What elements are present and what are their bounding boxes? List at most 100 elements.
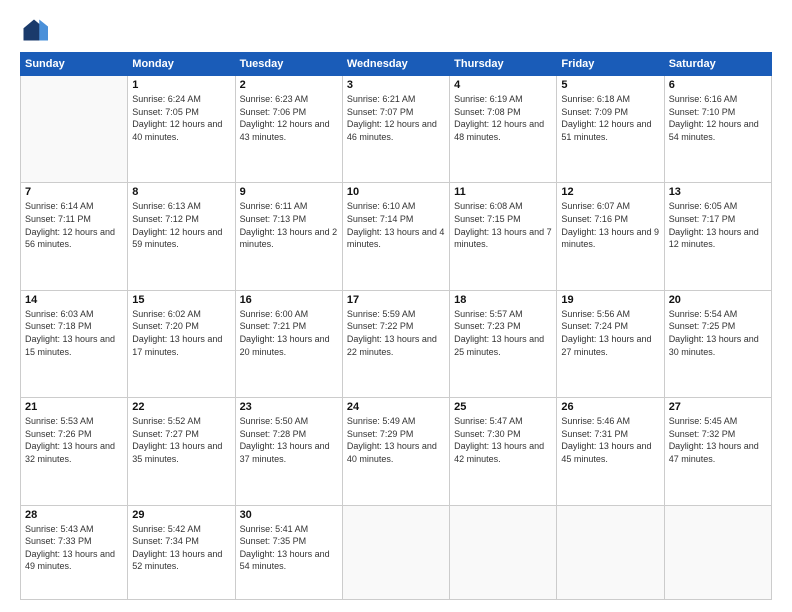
- day-number: 11: [454, 186, 552, 198]
- day-number: 19: [561, 294, 659, 306]
- calendar-day-cell: 7 Sunrise: 6:14 AMSunset: 7:11 PMDaylight…: [21, 183, 128, 290]
- weekday-header: Sunday: [21, 53, 128, 76]
- day-number: 15: [132, 294, 230, 306]
- calendar-day-cell: [21, 76, 128, 183]
- day-number: 28: [25, 509, 123, 521]
- calendar-day-cell: 5 Sunrise: 6:18 AMSunset: 7:09 PMDaylight…: [557, 76, 664, 183]
- calendar-day-cell: 9 Sunrise: 6:11 AMSunset: 7:13 PMDaylight…: [235, 183, 342, 290]
- calendar-week-row: 7 Sunrise: 6:14 AMSunset: 7:11 PMDaylight…: [21, 183, 772, 290]
- calendar-header-row: SundayMondayTuesdayWednesdayThursdayFrid…: [21, 53, 772, 76]
- calendar-day-cell: [450, 505, 557, 599]
- day-number: 10: [347, 186, 445, 198]
- day-info: Sunrise: 5:45 AMSunset: 7:32 PMDaylight:…: [669, 415, 767, 465]
- calendar-day-cell: 22 Sunrise: 5:52 AMSunset: 7:27 PMDayligh…: [128, 398, 235, 505]
- day-info: Sunrise: 5:59 AMSunset: 7:22 PMDaylight:…: [347, 308, 445, 358]
- calendar-day-cell: 14 Sunrise: 6:03 AMSunset: 7:18 PMDayligh…: [21, 290, 128, 397]
- calendar-day-cell: 15 Sunrise: 6:02 AMSunset: 7:20 PMDayligh…: [128, 290, 235, 397]
- day-number: 17: [347, 294, 445, 306]
- calendar-day-cell: 16Sunrise: 6:00 AMSunset: 7:21 PMDayligh…: [235, 290, 342, 397]
- calendar-day-cell: [342, 505, 449, 599]
- day-info: Sunrise: 5:54 AMSunset: 7:25 PMDaylight:…: [669, 308, 767, 358]
- calendar-day-cell: 4Sunrise: 6:19 AMSunset: 7:08 PMDaylight…: [450, 76, 557, 183]
- calendar-day-cell: 3 Sunrise: 6:21 AMSunset: 7:07 PMDaylight…: [342, 76, 449, 183]
- calendar-week-row: 28 Sunrise: 5:43 AMSunset: 7:33 PMDayligh…: [21, 505, 772, 599]
- day-number: 14: [25, 294, 123, 306]
- day-number: 29: [132, 509, 230, 521]
- calendar-day-cell: 20Sunrise: 5:54 AMSunset: 7:25 PMDayligh…: [664, 290, 771, 397]
- header: [20, 16, 772, 44]
- day-info: Sunrise: 6:13 AMSunset: 7:12 PMDaylight:…: [132, 200, 230, 250]
- calendar-day-cell: 24 Sunrise: 5:49 AMSunset: 7:29 PMDayligh…: [342, 398, 449, 505]
- day-number: 8: [132, 186, 230, 198]
- calendar-day-cell: [664, 505, 771, 599]
- day-number: 13: [669, 186, 767, 198]
- calendar-day-cell: 13 Sunrise: 6:05 AMSunset: 7:17 PMDayligh…: [664, 183, 771, 290]
- day-info: Sunrise: 6:24 AMSunset: 7:05 PMDaylight:…: [132, 93, 230, 143]
- day-info: Sunrise: 5:53 AMSunset: 7:26 PMDaylight:…: [25, 415, 123, 465]
- day-info: Sunrise: 5:42 AMSunset: 7:34 PMDaylight:…: [132, 523, 230, 573]
- calendar-day-cell: 19 Sunrise: 5:56 AMSunset: 7:24 PMDayligh…: [557, 290, 664, 397]
- day-number: 7: [25, 186, 123, 198]
- calendar-day-cell: 21 Sunrise: 5:53 AMSunset: 7:26 PMDayligh…: [21, 398, 128, 505]
- day-info: Sunrise: 6:02 AMSunset: 7:20 PMDaylight:…: [132, 308, 230, 358]
- calendar-day-cell: 10 Sunrise: 6:10 AMSunset: 7:14 PMDayligh…: [342, 183, 449, 290]
- day-info: Sunrise: 6:21 AMSunset: 7:07 PMDaylight:…: [347, 93, 445, 143]
- day-number: 21: [25, 401, 123, 413]
- calendar-day-cell: 17 Sunrise: 5:59 AMSunset: 7:22 PMDayligh…: [342, 290, 449, 397]
- day-number: 1: [132, 79, 230, 91]
- day-info: Sunrise: 6:14 AMSunset: 7:11 PMDaylight:…: [25, 200, 123, 250]
- calendar-day-cell: 26Sunrise: 5:46 AMSunset: 7:31 PMDayligh…: [557, 398, 664, 505]
- day-number: 2: [240, 79, 338, 91]
- day-info: Sunrise: 5:49 AMSunset: 7:29 PMDaylight:…: [347, 415, 445, 465]
- calendar-week-row: 21 Sunrise: 5:53 AMSunset: 7:26 PMDayligh…: [21, 398, 772, 505]
- calendar-week-row: 14 Sunrise: 6:03 AMSunset: 7:18 PMDayligh…: [21, 290, 772, 397]
- calendar-day-cell: 25 Sunrise: 5:47 AMSunset: 7:30 PMDayligh…: [450, 398, 557, 505]
- day-info: Sunrise: 6:08 AMSunset: 7:15 PMDaylight:…: [454, 200, 552, 250]
- day-info: Sunrise: 6:10 AMSunset: 7:14 PMDaylight:…: [347, 200, 445, 250]
- weekday-header: Thursday: [450, 53, 557, 76]
- logo-icon: [20, 16, 48, 44]
- page: SundayMondayTuesdayWednesdayThursdayFrid…: [0, 0, 792, 612]
- day-info: Sunrise: 6:23 AMSunset: 7:06 PMDaylight:…: [240, 93, 338, 143]
- day-info: Sunrise: 5:47 AMSunset: 7:30 PMDaylight:…: [454, 415, 552, 465]
- calendar-day-cell: 23Sunrise: 5:50 AMSunset: 7:28 PMDayligh…: [235, 398, 342, 505]
- day-info: Sunrise: 5:52 AMSunset: 7:27 PMDaylight:…: [132, 415, 230, 465]
- day-number: 3: [347, 79, 445, 91]
- day-number: 24: [347, 401, 445, 413]
- day-number: 16: [240, 294, 338, 306]
- calendar-day-cell: 11 Sunrise: 6:08 AMSunset: 7:15 PMDayligh…: [450, 183, 557, 290]
- day-info: Sunrise: 6:11 AMSunset: 7:13 PMDaylight:…: [240, 200, 338, 250]
- calendar-day-cell: 27 Sunrise: 5:45 AMSunset: 7:32 PMDayligh…: [664, 398, 771, 505]
- day-info: Sunrise: 5:43 AMSunset: 7:33 PMDaylight:…: [25, 523, 123, 573]
- calendar-day-cell: 18 Sunrise: 5:57 AMSunset: 7:23 PMDayligh…: [450, 290, 557, 397]
- day-info: Sunrise: 5:56 AMSunset: 7:24 PMDaylight:…: [561, 308, 659, 358]
- calendar-day-cell: [557, 505, 664, 599]
- day-number: 9: [240, 186, 338, 198]
- calendar-day-cell: 1 Sunrise: 6:24 AMSunset: 7:05 PMDaylight…: [128, 76, 235, 183]
- day-info: Sunrise: 5:41 AMSunset: 7:35 PMDaylight:…: [240, 523, 338, 573]
- day-number: 30: [240, 509, 338, 521]
- day-number: 6: [669, 79, 767, 91]
- calendar-week-row: 1 Sunrise: 6:24 AMSunset: 7:05 PMDaylight…: [21, 76, 772, 183]
- weekday-header: Monday: [128, 53, 235, 76]
- weekday-header: Saturday: [664, 53, 771, 76]
- day-info: Sunrise: 6:03 AMSunset: 7:18 PMDaylight:…: [25, 308, 123, 358]
- weekday-header: Tuesday: [235, 53, 342, 76]
- day-number: 25: [454, 401, 552, 413]
- day-number: 22: [132, 401, 230, 413]
- day-info: Sunrise: 6:05 AMSunset: 7:17 PMDaylight:…: [669, 200, 767, 250]
- calendar-day-cell: 6Sunrise: 6:16 AMSunset: 7:10 PMDaylight…: [664, 76, 771, 183]
- calendar-day-cell: 12Sunrise: 6:07 AMSunset: 7:16 PMDayligh…: [557, 183, 664, 290]
- day-info: Sunrise: 5:57 AMSunset: 7:23 PMDaylight:…: [454, 308, 552, 358]
- day-number: 27: [669, 401, 767, 413]
- day-number: 26: [561, 401, 659, 413]
- calendar-day-cell: 29 Sunrise: 5:42 AMSunset: 7:34 PMDayligh…: [128, 505, 235, 599]
- calendar-day-cell: 28 Sunrise: 5:43 AMSunset: 7:33 PMDayligh…: [21, 505, 128, 599]
- day-number: 18: [454, 294, 552, 306]
- day-number: 5: [561, 79, 659, 91]
- day-info: Sunrise: 6:07 AMSunset: 7:16 PMDaylight:…: [561, 200, 659, 250]
- calendar-day-cell: 8 Sunrise: 6:13 AMSunset: 7:12 PMDaylight…: [128, 183, 235, 290]
- day-number: 4: [454, 79, 552, 91]
- day-number: 23: [240, 401, 338, 413]
- day-info: Sunrise: 6:18 AMSunset: 7:09 PMDaylight:…: [561, 93, 659, 143]
